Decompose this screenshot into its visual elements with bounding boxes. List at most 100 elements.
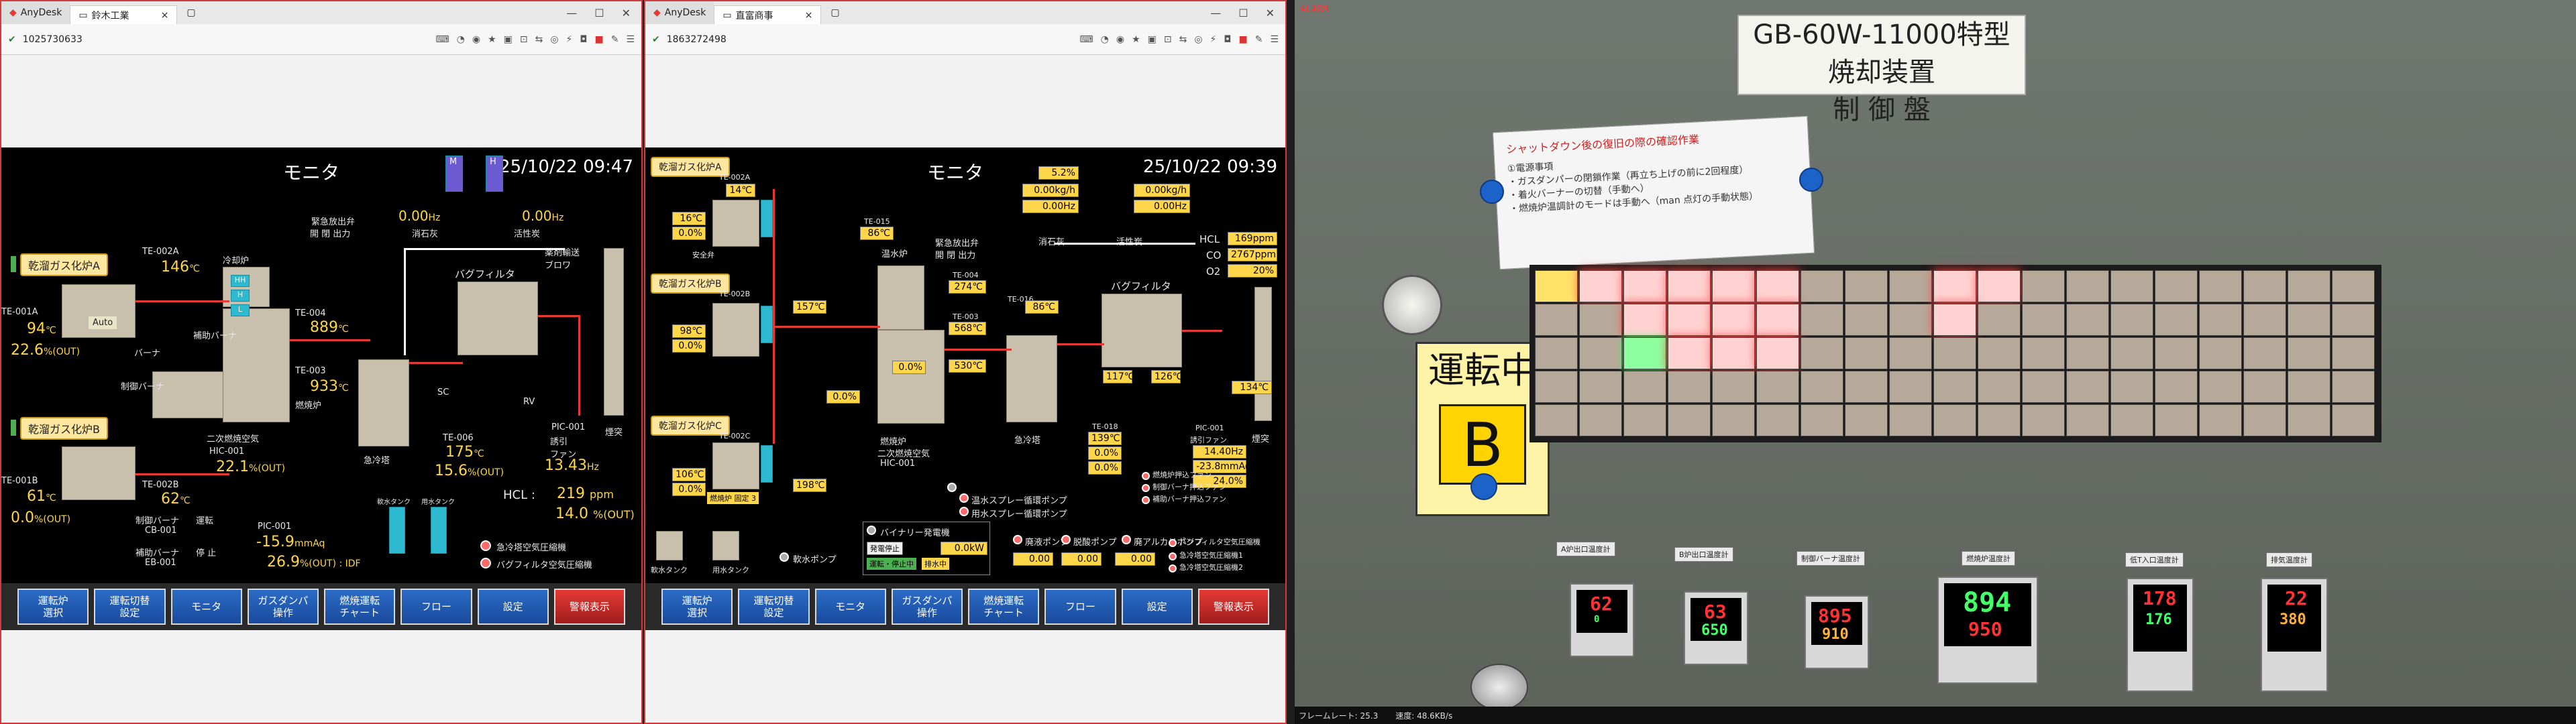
annunciator-lamp bbox=[2243, 404, 2286, 436]
anydesk-app-tab[interactable]: ◆ AnyDesk bbox=[1, 1, 70, 24]
hcl-value: 219 ppm bbox=[557, 485, 614, 502]
stop-icon[interactable]: ■ bbox=[1238, 34, 1247, 45]
fixed-mode[interactable]: 燃焼炉 固定 3 bbox=[707, 492, 759, 504]
annunciator-lamp bbox=[1978, 337, 2021, 369]
drain-pump-lamp bbox=[1061, 535, 1071, 544]
session-tab[interactable]: ▭ 直富商事 × bbox=[714, 5, 822, 24]
btn-settings[interactable]: 設定 bbox=[1121, 589, 1193, 625]
btn-alarm[interactable]: 警報表示 bbox=[1197, 589, 1269, 625]
lightning-icon[interactable]: ⚡ bbox=[566, 34, 573, 45]
display-icon[interactable]: ⊡ bbox=[1164, 34, 1172, 45]
session-tab[interactable]: ▭ 鈴木工業 × bbox=[70, 5, 178, 24]
user-icon[interactable]: ◉ bbox=[472, 34, 480, 45]
tab-close-icon[interactable]: × bbox=[805, 10, 813, 21]
induced-fan-label: 誘引ファン bbox=[1190, 436, 1227, 444]
chat-icon[interactable]: ▢ bbox=[186, 7, 195, 18]
btn-monitor[interactable]: モニタ bbox=[814, 589, 886, 625]
meter-6-label: 排気温度計 bbox=[2266, 552, 2312, 567]
panel-title-line1: GB-60W-11000特型 焼却装置 bbox=[1753, 19, 2010, 88]
binary-label: バイナリー発電機 bbox=[880, 528, 950, 538]
file-icon[interactable]: ▣ bbox=[504, 34, 513, 45]
binary-stop[interactable]: 発電停止 bbox=[867, 542, 903, 555]
keyboard-icon[interactable]: ⌨ bbox=[1079, 34, 1093, 45]
pipe-e bbox=[1182, 330, 1222, 332]
chat-icon[interactable]: ◔ bbox=[1101, 34, 1109, 45]
emergency-label: 緊急放出弁 bbox=[935, 239, 979, 249]
btn-settings[interactable]: 設定 bbox=[477, 589, 549, 625]
maximize-icon[interactable]: ☐ bbox=[1238, 7, 1248, 19]
annunciator-lamp bbox=[2332, 304, 2375, 336]
star-icon[interactable]: ★ bbox=[488, 34, 496, 45]
record-icon[interactable]: ◎ bbox=[550, 34, 558, 45]
btn-furnace-select[interactable]: 運転炉 選択 bbox=[17, 589, 89, 625]
aux-burner-label: 補助バーナ bbox=[193, 331, 237, 341]
btn-operation-setting[interactable]: 運転切替 設定 bbox=[94, 589, 166, 625]
close-icon[interactable]: ✕ bbox=[1266, 7, 1275, 19]
connection-id[interactable]: 1025730633 bbox=[23, 34, 83, 45]
annunciator-lamp bbox=[2155, 337, 2198, 369]
record-icon[interactable]: ◎ bbox=[1194, 34, 1202, 45]
recovery-note: シャットダウン後の復旧の際の確認作業 ①電源事項 ・ガスダンパーの閉鎖作業（再立… bbox=[1492, 115, 1815, 270]
file-icon[interactable]: ▣ bbox=[1148, 34, 1157, 45]
annunciator-lamp bbox=[2332, 270, 2375, 302]
meter-4-label: 燃焼炉温度計 bbox=[1962, 551, 2015, 566]
furnace-b-tag[interactable]: 乾溜ガス化炉B bbox=[20, 417, 108, 440]
keyboard-icon[interactable]: ⌨ bbox=[435, 34, 449, 45]
menu-icon[interactable]: ☰ bbox=[626, 34, 635, 45]
running-letter: B bbox=[1439, 404, 1526, 485]
stop-icon[interactable]: ■ bbox=[594, 34, 603, 45]
furnace-a-auto[interactable]: Auto bbox=[89, 316, 117, 329]
fan-out-1: 0.00 bbox=[1013, 552, 1053, 566]
pen-icon[interactable]: ✎ bbox=[611, 34, 619, 45]
btn-gas-damper[interactable]: ガスダンパ 操作 bbox=[247, 589, 319, 625]
furnace-a-tag[interactable]: 乾溜ガス化炉A bbox=[651, 157, 730, 177]
o2-value: 14.0 %(OUT) bbox=[555, 505, 635, 522]
minimize-icon[interactable]: — bbox=[1210, 7, 1221, 19]
star-icon[interactable]: ★ bbox=[1132, 34, 1140, 45]
camera-icon[interactable]: ◘ bbox=[580, 34, 587, 45]
connection-id[interactable]: 1863272498 bbox=[667, 34, 727, 45]
annunciator-lamp bbox=[1712, 371, 1755, 403]
minimize-icon[interactable]: — bbox=[566, 7, 577, 19]
hcl-label: HCL : bbox=[503, 488, 535, 502]
btn-flow[interactable]: フロー bbox=[1044, 589, 1116, 625]
control-panel-title: GB-60W-11000特型 焼却装置 制 御 盤 bbox=[1737, 15, 2026, 125]
pic-value: -15.9mmAq bbox=[256, 534, 325, 550]
close-icon[interactable]: ✕ bbox=[622, 7, 631, 19]
maximize-icon[interactable]: ☐ bbox=[594, 7, 604, 19]
app-name: AnyDesk bbox=[20, 7, 62, 18]
btn-combustion-chart[interactable]: 燃焼運転 チャート bbox=[324, 589, 396, 625]
chat-icon[interactable]: ▢ bbox=[830, 7, 839, 18]
btn-combustion-chart[interactable]: 燃焼運転 チャート bbox=[968, 589, 1040, 625]
lightning-icon[interactable]: ⚡ bbox=[1210, 34, 1217, 45]
pen-icon[interactable]: ✎ bbox=[1255, 34, 1263, 45]
anydesk-app-tab[interactable]: ◆ AnyDesk bbox=[645, 1, 714, 24]
quench-label: 急冷塔 bbox=[364, 456, 390, 466]
stack-label: 煙突 bbox=[605, 428, 623, 438]
btn-gas-damper[interactable]: ガスダンパ 操作 bbox=[891, 589, 963, 625]
user-icon[interactable]: ◉ bbox=[1116, 34, 1124, 45]
furnace-a-tag[interactable]: 乾溜ガス化炉A bbox=[20, 253, 108, 276]
annunciator-lamp bbox=[2066, 371, 2109, 403]
annunciator-lamp bbox=[1579, 371, 1622, 403]
anydesk-window-2: ◆ AnyDesk ▭ 直富商事 × ▢ — ☐ ✕ ✔ 1863272498 ⌨ ◔ ◉ ★ ▣… bbox=[644, 0, 1287, 724]
btn-flow[interactable]: フロー bbox=[400, 589, 472, 625]
control-burner-run: 制御バーナ bbox=[136, 516, 180, 526]
camera-icon[interactable]: ◘ bbox=[1224, 34, 1231, 45]
furnace-c-tag[interactable]: 乾溜ガス化炉C bbox=[651, 416, 730, 436]
switch-icon[interactable]: ⇆ bbox=[1179, 34, 1187, 45]
anydesk-logo-icon: ◆ bbox=[653, 7, 661, 18]
switch-icon[interactable]: ⇆ bbox=[535, 34, 543, 45]
chat-icon[interactable]: ◔ bbox=[457, 34, 465, 45]
alarm3-lamp bbox=[1169, 539, 1177, 547]
furnace-b-tag[interactable]: 乾溜ガス化炉B bbox=[651, 274, 730, 294]
activated-carbon-label: 活性炭 bbox=[1116, 235, 1142, 247]
menu-icon[interactable]: ☰ bbox=[1270, 34, 1279, 45]
o2-label: O2 bbox=[1206, 265, 1221, 278]
display-icon[interactable]: ⊡ bbox=[520, 34, 528, 45]
btn-operation-setting[interactable]: 運転切替 設定 bbox=[738, 589, 810, 625]
tab-close-icon[interactable]: × bbox=[161, 10, 169, 21]
btn-furnace-select[interactable]: 運転炉 選択 bbox=[661, 589, 733, 625]
btn-monitor[interactable]: モニタ bbox=[170, 589, 242, 625]
btn-alarm[interactable]: 警報表示 bbox=[553, 589, 625, 625]
